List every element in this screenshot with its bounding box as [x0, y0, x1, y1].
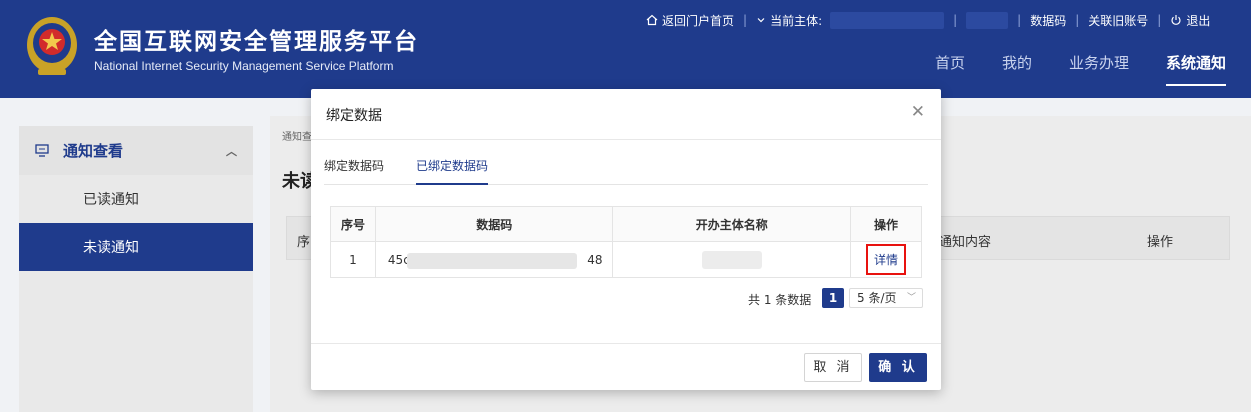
- data-code-link[interactable]: 数据码: [1030, 12, 1066, 29]
- page-size-value: 5 条/页: [857, 291, 897, 305]
- cancel-button[interactable]: 取 消: [804, 353, 862, 382]
- pagination: 共 1 条数据 1 5 条/页 ﹀: [311, 288, 941, 310]
- top-header: 全国互联网安全管理服务平台 National Internet Security…: [0, 0, 1251, 98]
- data-code-label: 数据码: [1030, 13, 1067, 28]
- subject-name-redacted: [701, 250, 762, 269]
- home-icon: [646, 14, 658, 26]
- modal-tabs: 绑定数据码 已绑定数据码: [324, 157, 928, 185]
- police-emblem-icon: [27, 17, 77, 75]
- modal-title: 绑定数据: [326, 108, 382, 124]
- link-old-account-label: 关联旧账号: [1088, 13, 1149, 28]
- page-size-select[interactable]: 5 条/页 ﹀: [849, 288, 923, 308]
- column-index-header: 序: [297, 235, 311, 250]
- current-subject-value-redacted: [830, 11, 945, 29]
- top-links: 返回门户首页 | 当前主体: | | 数据码 | 关联旧账号 | 退出: [646, 11, 1210, 29]
- site-subtitle: National Internet Security Management Se…: [94, 59, 394, 73]
- divider: |: [1017, 13, 1022, 27]
- close-icon[interactable]: ✕: [911, 103, 925, 121]
- nav-system-notice[interactable]: 系统通知: [1166, 52, 1227, 86]
- divider: [311, 343, 941, 344]
- sidebar-item-unread[interactable]: 未读通知: [19, 223, 253, 271]
- confirm-button[interactable]: 确 认: [869, 353, 927, 382]
- row-data-code: 45c 48: [374, 241, 614, 278]
- chevron-up-icon: ︿: [226, 144, 237, 158]
- breadcrumb: 通知查: [282, 132, 312, 143]
- chevron-down-icon: ﹀: [906, 293, 916, 303]
- logout-label: 退出: [1186, 13, 1211, 28]
- user-name-redacted: [966, 11, 1009, 29]
- sidebar: 通知查看 ︿ 已读通知 未读通知: [19, 126, 253, 412]
- column-subject-name-header: 开办主体名称: [612, 206, 852, 242]
- link-old-account-link[interactable]: 关联旧账号: [1088, 12, 1148, 29]
- nav-business[interactable]: 业务办理: [1069, 52, 1129, 86]
- pagination-total: 共 1 条数据: [748, 293, 812, 307]
- home-portal-label: 返回门户首页: [662, 13, 735, 28]
- table-row: 1 45c 48 详情: [330, 241, 922, 278]
- page-button-current[interactable]: 1: [822, 288, 844, 308]
- logout-link[interactable]: 退出: [1170, 12, 1210, 29]
- tab-bound-data-code[interactable]: 已绑定数据码: [416, 157, 489, 185]
- detail-link[interactable]: 详情: [866, 244, 907, 275]
- column-data-code-header: 数据码: [374, 206, 614, 242]
- column-index-header: 序号: [330, 206, 376, 242]
- column-action-header: 操作: [1147, 235, 1174, 250]
- divider: |: [1075, 13, 1080, 27]
- bound-data-table: 序号 数据码 开办主体名称 操作 1 45c 48 详情: [330, 206, 922, 278]
- power-icon: [1171, 15, 1181, 25]
- bind-data-modal: 绑定数据 ✕ 绑定数据码 已绑定数据码 序号 数据码 开办主体名称 操作 1 4…: [311, 89, 941, 390]
- nav-home[interactable]: 首页: [935, 52, 965, 86]
- divider: |: [743, 13, 748, 27]
- current-subject-selector[interactable]: 当前主体:: [756, 11, 945, 29]
- sidebar-item-read[interactable]: 已读通知: [19, 175, 253, 223]
- main-nav: 首页 我的 业务办理 系统通知: [935, 52, 1227, 86]
- site-title: 全国互联网安全管理服务平台: [94, 29, 419, 55]
- chevron-down-icon: [757, 18, 765, 23]
- row-subject-name: [612, 241, 852, 278]
- row-action: 详情: [850, 241, 922, 278]
- divider: |: [953, 13, 958, 27]
- divider: |: [1157, 13, 1162, 27]
- divider: [311, 139, 941, 140]
- tab-bind-data-code[interactable]: 绑定数据码: [324, 157, 384, 185]
- monitor-icon: [35, 144, 49, 157]
- column-action-header: 操作: [850, 206, 922, 242]
- row-index: 1: [330, 241, 376, 278]
- sidebar-group-label: 通知查看: [63, 142, 124, 160]
- data-code-redacted: [406, 253, 577, 269]
- sidebar-group-notice-view[interactable]: 通知查看 ︿: [19, 126, 253, 175]
- home-portal-link[interactable]: 返回门户首页: [646, 12, 734, 29]
- data-code-suffix: 48: [587, 253, 603, 267]
- nav-mine[interactable]: 我的: [1002, 52, 1032, 86]
- current-subject-label: 当前主体:: [770, 13, 823, 28]
- column-content-header: 通知内容: [939, 235, 992, 250]
